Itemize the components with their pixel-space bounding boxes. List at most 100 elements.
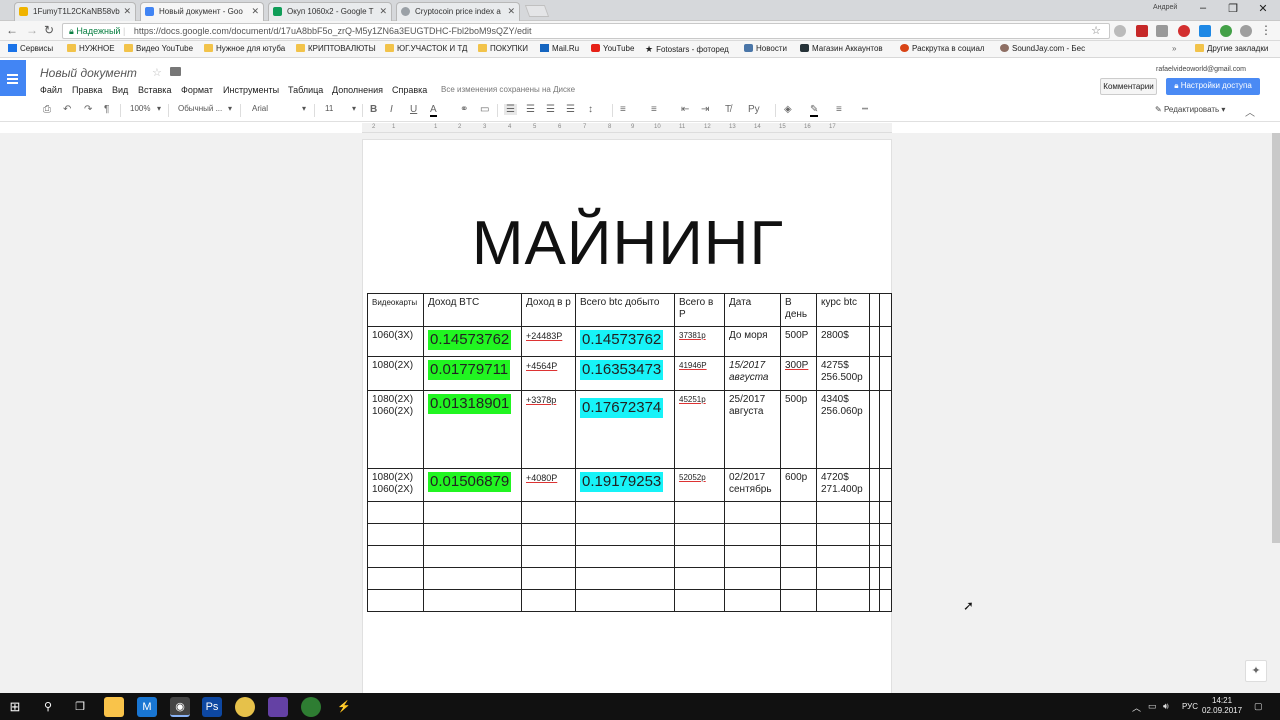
- mining-table[interactable]: Видеокарты Доход BTC Доход в р Всего btc…: [367, 293, 892, 612]
- share-button[interactable]: 🔒︎ Настройки доступа: [1166, 78, 1260, 95]
- omnibox[interactable]: 🔒︎ Надежный | https://docs.google.com/do…: [62, 23, 1110, 39]
- align-left-icon[interactable]: ☰: [504, 104, 517, 115]
- bookmark-item[interactable]: Другие закладки: [1195, 44, 1268, 53]
- menu-view[interactable]: Вид: [112, 85, 128, 95]
- table-cell[interactable]: [575, 567, 675, 590]
- table-cell[interactable]: [674, 567, 725, 590]
- table-cell[interactable]: [575, 589, 675, 612]
- table-cell[interactable]: [869, 567, 880, 590]
- chrome-icon[interactable]: ◉: [170, 697, 190, 717]
- table-cell[interactable]: [869, 390, 880, 469]
- table-cell[interactable]: [869, 468, 880, 502]
- style-select[interactable]: Обычный ...: [178, 104, 222, 113]
- photoshop-icon[interactable]: Ps: [202, 697, 222, 717]
- table-cell[interactable]: [674, 523, 725, 546]
- browser-tab[interactable]: 1FumyT1L2CKaNB58vb ✕: [14, 2, 136, 21]
- bookmark-item[interactable]: Mail.Ru: [540, 44, 579, 53]
- folder-icon[interactable]: [170, 67, 181, 76]
- menu-table[interactable]: Таблица: [288, 85, 323, 95]
- numbered-list-icon[interactable]: ≡: [620, 104, 626, 115]
- table-cell[interactable]: [367, 567, 424, 590]
- close-window-icon[interactable]: ✕: [1248, 2, 1278, 15]
- ruler[interactable]: 2 1 1 2 3 4 5 6 7 8 9 10 11 12 13 14 15 …: [362, 123, 892, 133]
- menu-insert[interactable]: Вставка: [138, 85, 171, 95]
- tray-expand-icon[interactable]: ︿: [1132, 701, 1141, 714]
- table-cell[interactable]: +4564Р: [521, 356, 576, 391]
- border-dash-icon[interactable]: ┅: [862, 104, 868, 115]
- fill-color-icon[interactable]: ◈: [784, 104, 792, 115]
- clock[interactable]: 14:21 02.09.2017: [1202, 696, 1242, 716]
- comments-button[interactable]: Комментарии: [1100, 78, 1157, 95]
- table-cell[interactable]: [367, 523, 424, 546]
- save-status[interactable]: Все изменения сохранены на Диске: [441, 85, 575, 94]
- menu-help[interactable]: Справка: [392, 85, 427, 95]
- border-color-icon[interactable]: ✎: [810, 104, 819, 117]
- table-cell[interactable]: [816, 545, 870, 568]
- clear-formatting-icon[interactable]: T̸: [725, 104, 731, 115]
- table-cell[interactable]: 0.14573762: [575, 326, 675, 357]
- close-icon[interactable]: ✕: [251, 3, 259, 20]
- table-cell[interactable]: 500р: [780, 390, 817, 469]
- menu-edit[interactable]: Правка: [72, 85, 102, 95]
- table-cell[interactable]: [575, 523, 675, 546]
- table-cell[interactable]: 500Р: [780, 326, 817, 357]
- restore-icon[interactable]: ❐: [1218, 2, 1248, 15]
- minimize-icon[interactable]: –: [1188, 2, 1218, 14]
- bookmark-item[interactable]: ★ Fotostars - фоторед: [645, 44, 729, 55]
- forward-icon[interactable]: →: [26, 23, 38, 37]
- bookmark-item[interactable]: Новости: [744, 44, 787, 53]
- table-cell[interactable]: [879, 356, 892, 391]
- table-cell[interactable]: 1060(3X): [367, 326, 424, 357]
- header-cell[interactable]: Доход BTC: [423, 293, 522, 327]
- bookmark-item[interactable]: Магазин Аккаунтов: [800, 44, 883, 53]
- align-center-icon[interactable]: ☰: [526, 104, 535, 115]
- table-cell[interactable]: 41946Р: [674, 356, 725, 391]
- header-cell[interactable]: Всего в Р: [674, 293, 725, 327]
- menu-tools[interactable]: Инструменты: [223, 85, 279, 95]
- table-cell[interactable]: [816, 523, 870, 546]
- table-cell[interactable]: [780, 501, 817, 524]
- close-icon[interactable]: ✕: [123, 3, 131, 20]
- table-cell[interactable]: [869, 293, 880, 327]
- table-cell[interactable]: 37381р: [674, 326, 725, 357]
- header-cell[interactable]: Видеокарты: [367, 293, 424, 327]
- table-cell[interactable]: [879, 390, 892, 469]
- more-bookmarks-icon[interactable]: »: [1172, 44, 1176, 53]
- table-cell[interactable]: [521, 589, 576, 612]
- menu-file[interactable]: Файл: [40, 85, 62, 95]
- table-cell[interactable]: [724, 545, 781, 568]
- table-cell[interactable]: [423, 523, 522, 546]
- extension-icon[interactable]: [1114, 25, 1126, 37]
- new-tab-button[interactable]: [524, 5, 550, 17]
- table-cell[interactable]: +4080Р: [521, 468, 576, 502]
- document-title[interactable]: Новый документ: [40, 66, 137, 80]
- table-cell[interactable]: [869, 326, 880, 357]
- table-cell[interactable]: 2800$: [816, 326, 870, 357]
- bookmark-item[interactable]: Раскрутка в социал: [900, 44, 985, 53]
- extension-icon[interactable]: [1178, 25, 1190, 37]
- table-cell[interactable]: [869, 589, 880, 612]
- table-cell[interactable]: [575, 501, 675, 524]
- table-cell[interactable]: [423, 545, 522, 568]
- reload-icon[interactable]: ↻: [44, 23, 54, 37]
- table-cell[interactable]: 600р: [780, 468, 817, 502]
- app-icon[interactable]: M: [137, 697, 157, 717]
- table-cell[interactable]: [816, 589, 870, 612]
- table-cell[interactable]: 0.01506879: [423, 468, 522, 502]
- extension-icon[interactable]: [1136, 25, 1148, 37]
- header-cell[interactable]: Всего btc добыто: [575, 293, 675, 327]
- bookmark-star-icon[interactable]: ☆: [1091, 24, 1101, 38]
- table-cell[interactable]: [521, 545, 576, 568]
- header-cell[interactable]: В день: [780, 293, 817, 327]
- table-cell[interactable]: 0.16353473: [575, 356, 675, 391]
- table-cell[interactable]: 1080(2X): [367, 356, 424, 391]
- browser-user-name[interactable]: Андрей: [1153, 4, 1177, 11]
- table-cell[interactable]: 02/2017 сентябрь: [724, 468, 781, 502]
- close-icon[interactable]: ✕: [379, 3, 387, 20]
- table-cell[interactable]: [816, 567, 870, 590]
- battery-icon[interactable]: ▭: [1148, 701, 1157, 712]
- header-cell[interactable]: курс btc: [816, 293, 870, 327]
- table-cell[interactable]: [423, 501, 522, 524]
- app-icon[interactable]: [235, 697, 255, 717]
- table-cell[interactable]: 0.14573762: [423, 326, 522, 357]
